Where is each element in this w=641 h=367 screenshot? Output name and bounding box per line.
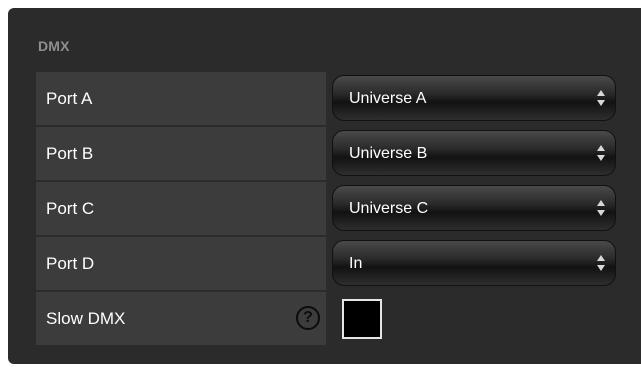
port-b-label: Port B bbox=[36, 127, 326, 180]
port-d-row: Port D In bbox=[36, 237, 636, 290]
up-down-arrows-icon bbox=[597, 200, 605, 216]
port-b-select[interactable]: Universe B bbox=[332, 130, 616, 176]
slow-dmx-label: Slow DMX bbox=[46, 309, 126, 328]
port-c-select[interactable]: Universe C bbox=[332, 185, 616, 231]
port-d-select[interactable]: In bbox=[332, 240, 616, 286]
port-a-label: Port A bbox=[36, 72, 326, 125]
port-a-select-value: Universe A bbox=[349, 90, 427, 107]
port-a-row: Port A Universe A bbox=[36, 72, 636, 125]
port-a-select[interactable]: Universe A bbox=[332, 75, 616, 121]
port-b-select-value: Universe B bbox=[349, 145, 428, 162]
dmx-panel: DMX Port A Universe A Port B Universe B … bbox=[8, 8, 641, 364]
port-c-row: Port C Universe C bbox=[36, 182, 636, 235]
panel-title: DMX bbox=[38, 38, 70, 54]
up-down-arrows-icon bbox=[597, 90, 605, 106]
up-down-arrows-icon bbox=[597, 145, 605, 161]
slow-dmx-label-cell: Slow DMX ? bbox=[36, 292, 326, 345]
port-c-select-value: Universe C bbox=[349, 200, 429, 217]
dmx-settings-list: Port A Universe A Port B Universe B Port… bbox=[36, 72, 636, 347]
port-d-label: Port D bbox=[36, 237, 326, 290]
question-mark-circle-icon[interactable]: ? bbox=[296, 306, 320, 330]
port-d-select-value: In bbox=[349, 255, 363, 272]
slow-dmx-row: Slow DMX ? bbox=[36, 292, 636, 345]
port-b-row: Port B Universe B bbox=[36, 127, 636, 180]
slow-dmx-checkbox[interactable] bbox=[342, 299, 382, 339]
up-down-arrows-icon bbox=[597, 255, 605, 271]
port-c-label: Port C bbox=[36, 182, 326, 235]
